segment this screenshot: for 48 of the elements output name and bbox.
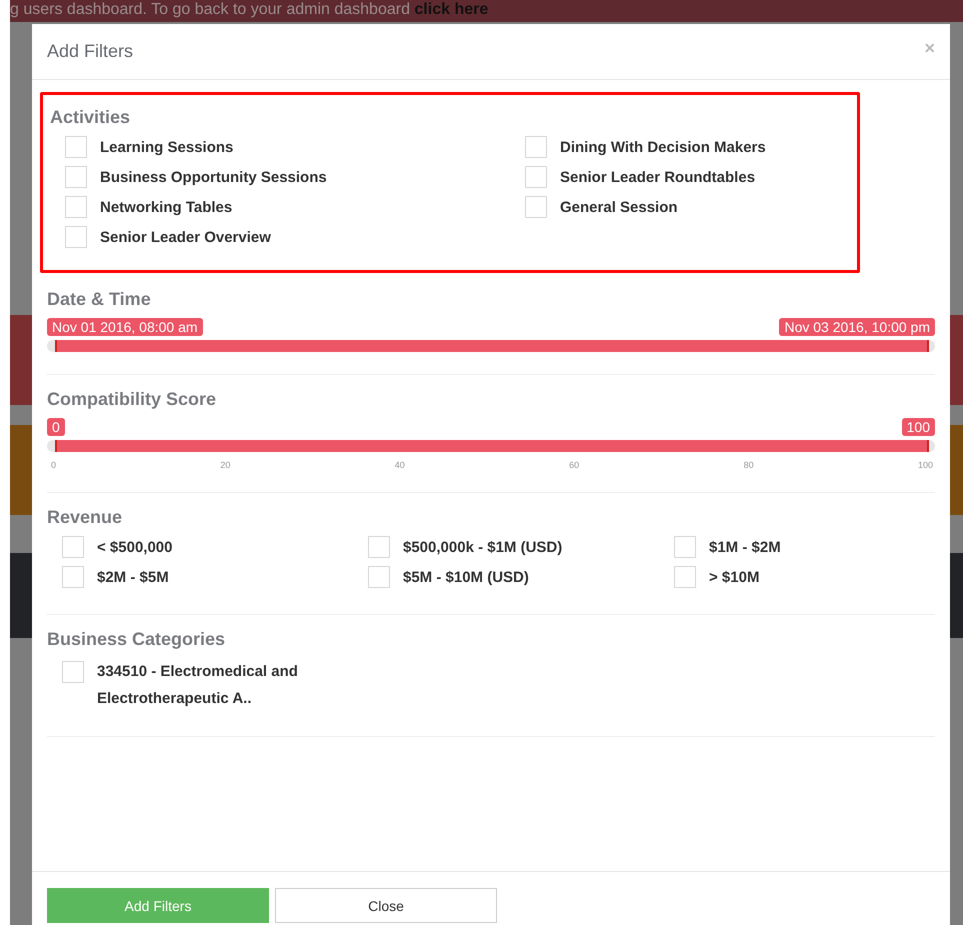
tick-label: 80 [744,460,754,470]
checkbox-label: General Session [560,198,678,216]
tick-label: 40 [394,460,405,470]
checkbox-label: $1M - $2M [709,538,781,556]
checkbox[interactable] [674,566,696,588]
checkbox-label: $2M - $5M [97,568,169,586]
checkbox-label: Learning Sessions [100,138,234,156]
section-title: Compatibility Score [47,389,218,410]
checkbox[interactable] [525,166,547,188]
checkbox[interactable] [62,661,84,683]
checkbox[interactable] [368,536,390,558]
click-here-link[interactable]: click here [414,1,488,18]
checkbox-label: Senior Leader Roundtables [560,168,756,186]
add-filters-button[interactable]: Add Filters [47,888,269,923]
tick-label: 0 [51,460,56,470]
checkbox-label: Networking Tables [100,198,232,216]
checkbox-label: < $500,000 [97,538,172,556]
tick-label: 60 [569,460,580,470]
checkbox[interactable] [65,196,87,218]
checkbox-label: 334510 - Electromedical and Electrotherapeutic A.. [97,662,299,709]
section-title: Revenue [47,507,124,528]
checkbox[interactable] [65,136,87,158]
section-title: Date & Time [47,289,152,310]
checkbox-label: $500,000k - $1M (USD) [403,538,562,556]
section-title: Activities [50,107,132,128]
checkbox-label: Senior Leader Overview [100,228,271,246]
checkbox[interactable] [525,136,547,158]
close-button[interactable]: Close [275,888,497,923]
checkbox-label: Business Opportunity Sessions [100,168,327,186]
slider-value-label: Nov 03 2016, 10:00 pm [779,318,935,336]
checkbox-label: > $10M [709,568,760,586]
slider-value-label: 100 [902,418,935,436]
checkbox-label: $5M - $10M (USD) [403,568,529,586]
checkbox[interactable] [62,566,84,588]
section-title: Business Categories [47,629,226,650]
checkbox[interactable] [65,226,87,248]
checkbox[interactable] [65,166,87,188]
tick-label: 100 [918,460,933,470]
checkbox[interactable] [674,536,696,558]
checkbox[interactable] [525,196,547,218]
slider-value-label: 0 [47,418,65,436]
banner-text: g users dashboard. To go back to your admin dashboard click here [10,1,488,19]
checkbox[interactable] [62,536,84,558]
dialog-title: Add Filters [47,41,134,62]
tick-label: 20 [220,460,230,470]
slider-value-label: Nov 01 2016, 08:00 am [47,318,203,336]
checkbox[interactable] [368,566,390,588]
checkbox-label: Dining With Decision Makers [560,138,766,156]
